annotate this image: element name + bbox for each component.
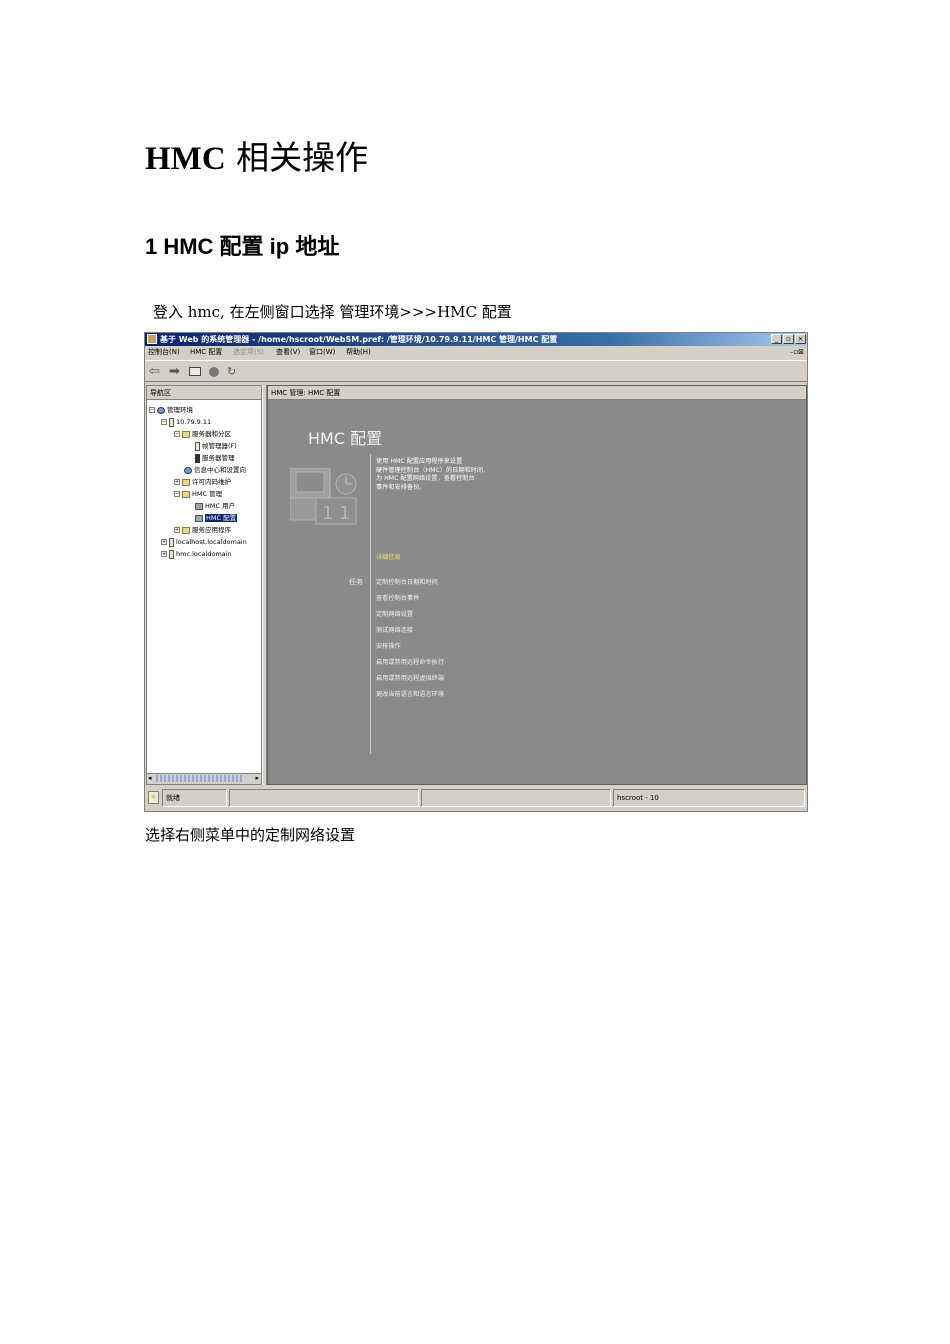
close-button[interactable]: ×: [795, 334, 806, 344]
tree-item-hmc-users[interactable]: HMC 用户: [195, 500, 235, 512]
scroll-left-icon[interactable]: ◂: [148, 774, 152, 783]
section-heading: 1 HMC 配置 ip 地址: [145, 234, 340, 259]
stop-icon[interactable]: [209, 367, 219, 377]
navigation-header: 导航区: [147, 386, 261, 400]
folder-icon: [182, 430, 190, 438]
instruction-paragraph: 选择右侧菜单中的定制网络设置: [145, 826, 356, 844]
menu-selected[interactable]: 选定项(S): [233, 346, 264, 359]
server-icon: [195, 453, 200, 463]
maximize-button[interactable]: ▫: [783, 334, 794, 344]
content-divider: [370, 454, 371, 754]
folder-icon: [182, 478, 190, 486]
hmc-screenshot: 基于 Web 的系统管理器 - /home/hscroot/WebSM.pref…: [144, 332, 808, 812]
tree-item-localhost[interactable]: + localhost.localdomain: [161, 536, 247, 548]
description-line: 硬件管理控制台（HMC）的日期和时间,: [376, 466, 486, 474]
description-text: 使用 HMC 配置应用程序来设置 硬件管理控制台（HMC）的日期和时间, 为 HMC…: [376, 458, 485, 492]
menu-window[interactable]: 窗口(W): [309, 346, 335, 359]
users-icon: [195, 502, 203, 510]
tree-item-management-env[interactable]: − 管理环境: [149, 404, 193, 416]
minimize-button[interactable]: _: [771, 334, 782, 344]
svg-text:1 1: 1 1: [322, 503, 351, 524]
expand-icon[interactable]: +: [174, 479, 180, 485]
task-remote-terminal[interactable]: 启用或禁用远程虚拟终端: [376, 674, 444, 683]
tree-item-hmc-config[interactable]: HMC 配置: [195, 512, 238, 524]
navigation-pane: 导航区 − 管理环境 −10.79.9.11 − 服务器和分区 帧管理器(F) 服务…: [146, 385, 262, 785]
detail-info-link[interactable]: 详细信息: [376, 553, 401, 562]
task-change-locale[interactable]: 更改当前语言和语言环境: [376, 690, 444, 699]
back-arrow-icon[interactable]: ⇦: [149, 364, 160, 379]
document-title: HMC 相关操作: [145, 136, 368, 181]
server-icon: [169, 417, 174, 427]
menu-help[interactable]: 帮助(H): [346, 346, 371, 359]
expand-icon[interactable]: +: [161, 551, 167, 557]
tree-item-hmc-management[interactable]: − HMC 管理: [174, 488, 222, 500]
up-level-icon[interactable]: [189, 367, 201, 376]
collapse-icon[interactable]: −: [174, 491, 180, 497]
tree-item-ip[interactable]: −10.79.9.11: [161, 416, 211, 428]
menu-view[interactable]: 查看(V): [276, 346, 300, 359]
expand-icon[interactable]: +: [161, 539, 167, 545]
tasks-label: 任务: [349, 578, 363, 586]
toolbar: ⇦ ➡ ↻: [145, 360, 807, 382]
window-title: 基于 Web 的系统管理器 - /home/hscroot/WebSM.pref…: [160, 335, 558, 344]
horizontal-scrollbar[interactable]: ◂ ▸: [147, 773, 261, 784]
hmc-config-icon: [195, 514, 203, 522]
intro-paragraph: 登入 hmc, 在左侧窗口选择 管理环境>>>HMC 配置: [153, 303, 512, 321]
task-network-settings[interactable]: 定制网络设置: [376, 610, 413, 619]
app-icon: [147, 334, 157, 344]
task-console-datetime[interactable]: 定制控制台日期和时间: [376, 578, 438, 587]
tree-item-license-code[interactable]: + 许可内码维护: [174, 476, 231, 488]
collapse-icon[interactable]: −: [149, 407, 155, 413]
task-view-events[interactable]: 查看控制台事件: [376, 594, 419, 603]
forward-arrow-icon[interactable]: ➡: [169, 364, 180, 379]
status-ready: 就绪: [162, 789, 227, 807]
tree-item-server-management[interactable]: 服务器管理: [195, 452, 235, 464]
folder-icon: [182, 490, 190, 498]
menu-bar: 控制台(N) HMC 配置 选定项(S) 查看(V) 窗口(W) 帮助(H): [145, 346, 807, 359]
window-titlebar: 基于 Web 的系统管理器 - /home/hscroot/WebSM.pref…: [145, 333, 807, 346]
content-breadcrumb: HMC 管理: HMC 配置: [268, 386, 806, 400]
globe-icon: [184, 466, 192, 474]
server-icon: [195, 441, 200, 451]
tree-item-info-center[interactable]: 信息中心和设置向: [184, 464, 246, 476]
tree-item-hmc-localdomain[interactable]: + hmc.localdomain: [161, 548, 232, 560]
menu-hmc-config[interactable]: HMC 配置: [190, 346, 222, 359]
server-icon: [169, 537, 174, 547]
content-title: HMC 配置: [308, 429, 383, 448]
collapse-icon[interactable]: −: [161, 419, 167, 425]
status-cell-2: [229, 789, 419, 807]
scroll-right-icon[interactable]: ▸: [255, 774, 259, 783]
description-line: 事件和安排备份。: [376, 483, 426, 491]
task-remote-command[interactable]: 启用或禁用远程命令执行: [376, 658, 444, 667]
tree-item-servers-partitions[interactable]: − 服务器和分区: [174, 428, 231, 440]
collapse-icon[interactable]: −: [174, 431, 180, 437]
status-user: hscroot - 10: [613, 789, 805, 807]
tree-item-frame-manager[interactable]: 帧管理器(F): [195, 440, 237, 452]
status-icon: ☼: [148, 791, 159, 804]
expand-icon[interactable]: +: [174, 527, 180, 533]
task-schedule-operations[interactable]: 安排操作: [376, 642, 401, 651]
globe-icon: [157, 406, 165, 414]
folder-icon: [182, 526, 190, 534]
server-icon: [169, 549, 174, 559]
status-cell-3: [421, 789, 611, 807]
hmc-illustration-icon: 1 1: [290, 468, 357, 525]
scroll-thumb[interactable]: [156, 775, 244, 782]
tree-item-service-apps[interactable]: + 服务应用程序: [174, 524, 231, 536]
title-latin: HMC: [145, 141, 226, 177]
status-bar: ☼ 就绪 hscroot - 10: [145, 787, 807, 809]
title-rest: 相关操作: [225, 138, 369, 177]
menu-console[interactable]: 控制台(N): [148, 346, 180, 359]
description-line: 使用 HMC 配置应用程序来设置: [376, 458, 463, 465]
mdi-controls[interactable]: ₋▫⊠: [790, 346, 804, 358]
refresh-icon[interactable]: ↻: [227, 364, 236, 379]
content-pane: HMC 管理: HMC 配置 HMC 配置 1 1 使用 HMC 配置应用程序来…: [267, 385, 807, 785]
description-line: 为 HMC 配置网络设置，查看控制台: [376, 475, 475, 482]
task-test-network[interactable]: 测试网络连接: [376, 626, 413, 635]
